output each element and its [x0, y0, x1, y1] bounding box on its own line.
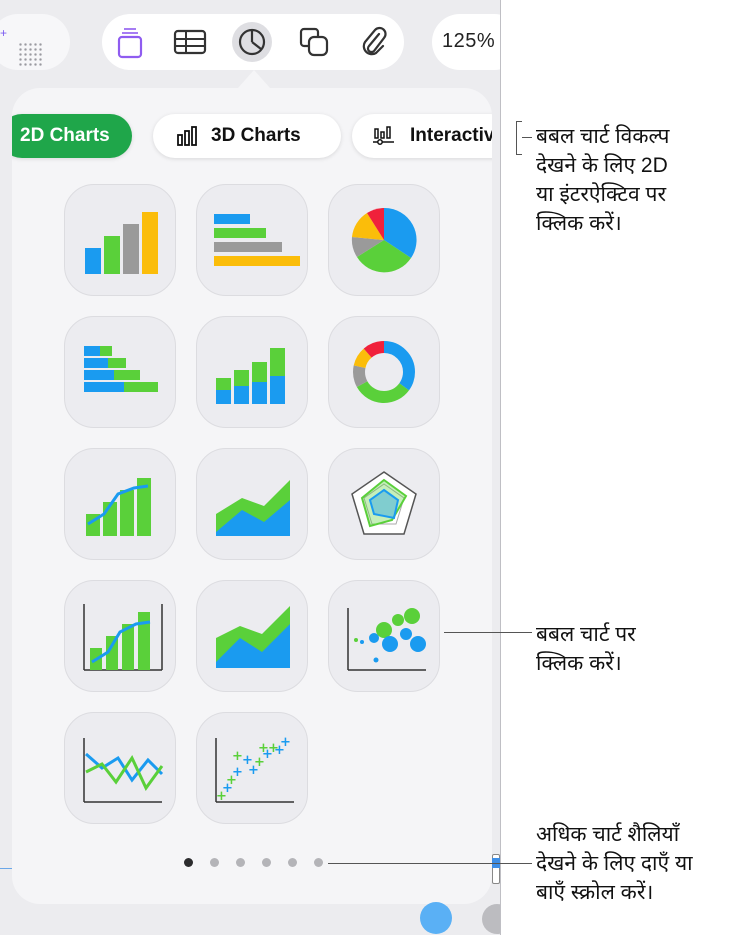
popover-pointer [238, 70, 270, 88]
tab-3d-charts[interactable]: 3D Charts [153, 114, 341, 158]
selection-edge [0, 868, 12, 869]
stacked-area-chart-icon[interactable] [196, 580, 308, 692]
page-dot[interactable] [314, 858, 323, 867]
shape-icon[interactable] [294, 22, 334, 62]
page-dot[interactable] [262, 858, 271, 867]
column-chart-icon[interactable] [64, 184, 176, 296]
zoom-level: 125% [442, 30, 496, 52]
color-swatch[interactable] [482, 904, 500, 934]
callout-bracket [516, 121, 522, 155]
zoom-button[interactable]: 125% [432, 14, 500, 70]
pie-chart-icon[interactable] [328, 184, 440, 296]
page-dot[interactable] [288, 858, 297, 867]
grid-icon [18, 42, 44, 68]
line-chart-icon[interactable] [64, 712, 176, 824]
stacked-column-chart-icon[interactable] [196, 316, 308, 428]
radar-chart-icon[interactable] [328, 448, 440, 560]
tabs-callout: बबल चार्ट विकल्प देखने के लिए 2D या इंटर… [536, 125, 670, 235]
chart-icon[interactable] [232, 22, 272, 62]
plus-mark-icon: + [0, 26, 8, 40]
page-dot[interactable] [210, 858, 219, 867]
view-options-button[interactable] [0, 14, 70, 70]
page-dot[interactable] [184, 858, 193, 867]
tab-2d-charts[interactable]: 2D Charts [12, 114, 132, 158]
callout-line [444, 632, 532, 633]
stacked-bar-chart-icon[interactable] [64, 316, 176, 428]
text-icon[interactable] [110, 22, 150, 62]
chart-category-tabs: 2D Charts 3D Charts Interactive [12, 114, 492, 158]
color-swatch[interactable] [420, 902, 452, 934]
svg-text:+: + [258, 741, 269, 756]
area-chart-icon[interactable] [196, 448, 308, 560]
app-screen: + 125% 2D Charts 3D Charts Interacti + +… [0, 0, 501, 935]
chart-popover: 2D Charts 3D Charts Interactive [12, 88, 492, 904]
table-icon[interactable] [170, 22, 210, 62]
callout-line [328, 863, 532, 864]
tab-interactive[interactable]: Interactive [352, 114, 492, 158]
scatter-chart-icon[interactable]: + + + + + + + + + + + + + [196, 712, 308, 824]
mixed-chart-icon[interactable] [64, 448, 176, 560]
media-icon[interactable] [354, 22, 394, 62]
page-dot[interactable] [236, 858, 245, 867]
two-axis-chart-icon[interactable] [64, 580, 176, 692]
svg-text:+: + [280, 735, 291, 750]
bubble-chart-icon[interactable] [328, 580, 440, 692]
bar-chart-icon[interactable] [196, 184, 308, 296]
3d-chart-icon [177, 126, 197, 146]
callout-line [522, 137, 532, 138]
bubble-callout: बबल चार्ट पर क्लिक करें। [536, 623, 636, 675]
donut-chart-icon[interactable] [328, 316, 440, 428]
scroll-callout: अधिक चार्ट शैलियाँ देखने के लिए दाएँ या … [536, 823, 693, 904]
insert-toolbar [102, 14, 404, 70]
interactive-chart-icon [372, 126, 396, 146]
